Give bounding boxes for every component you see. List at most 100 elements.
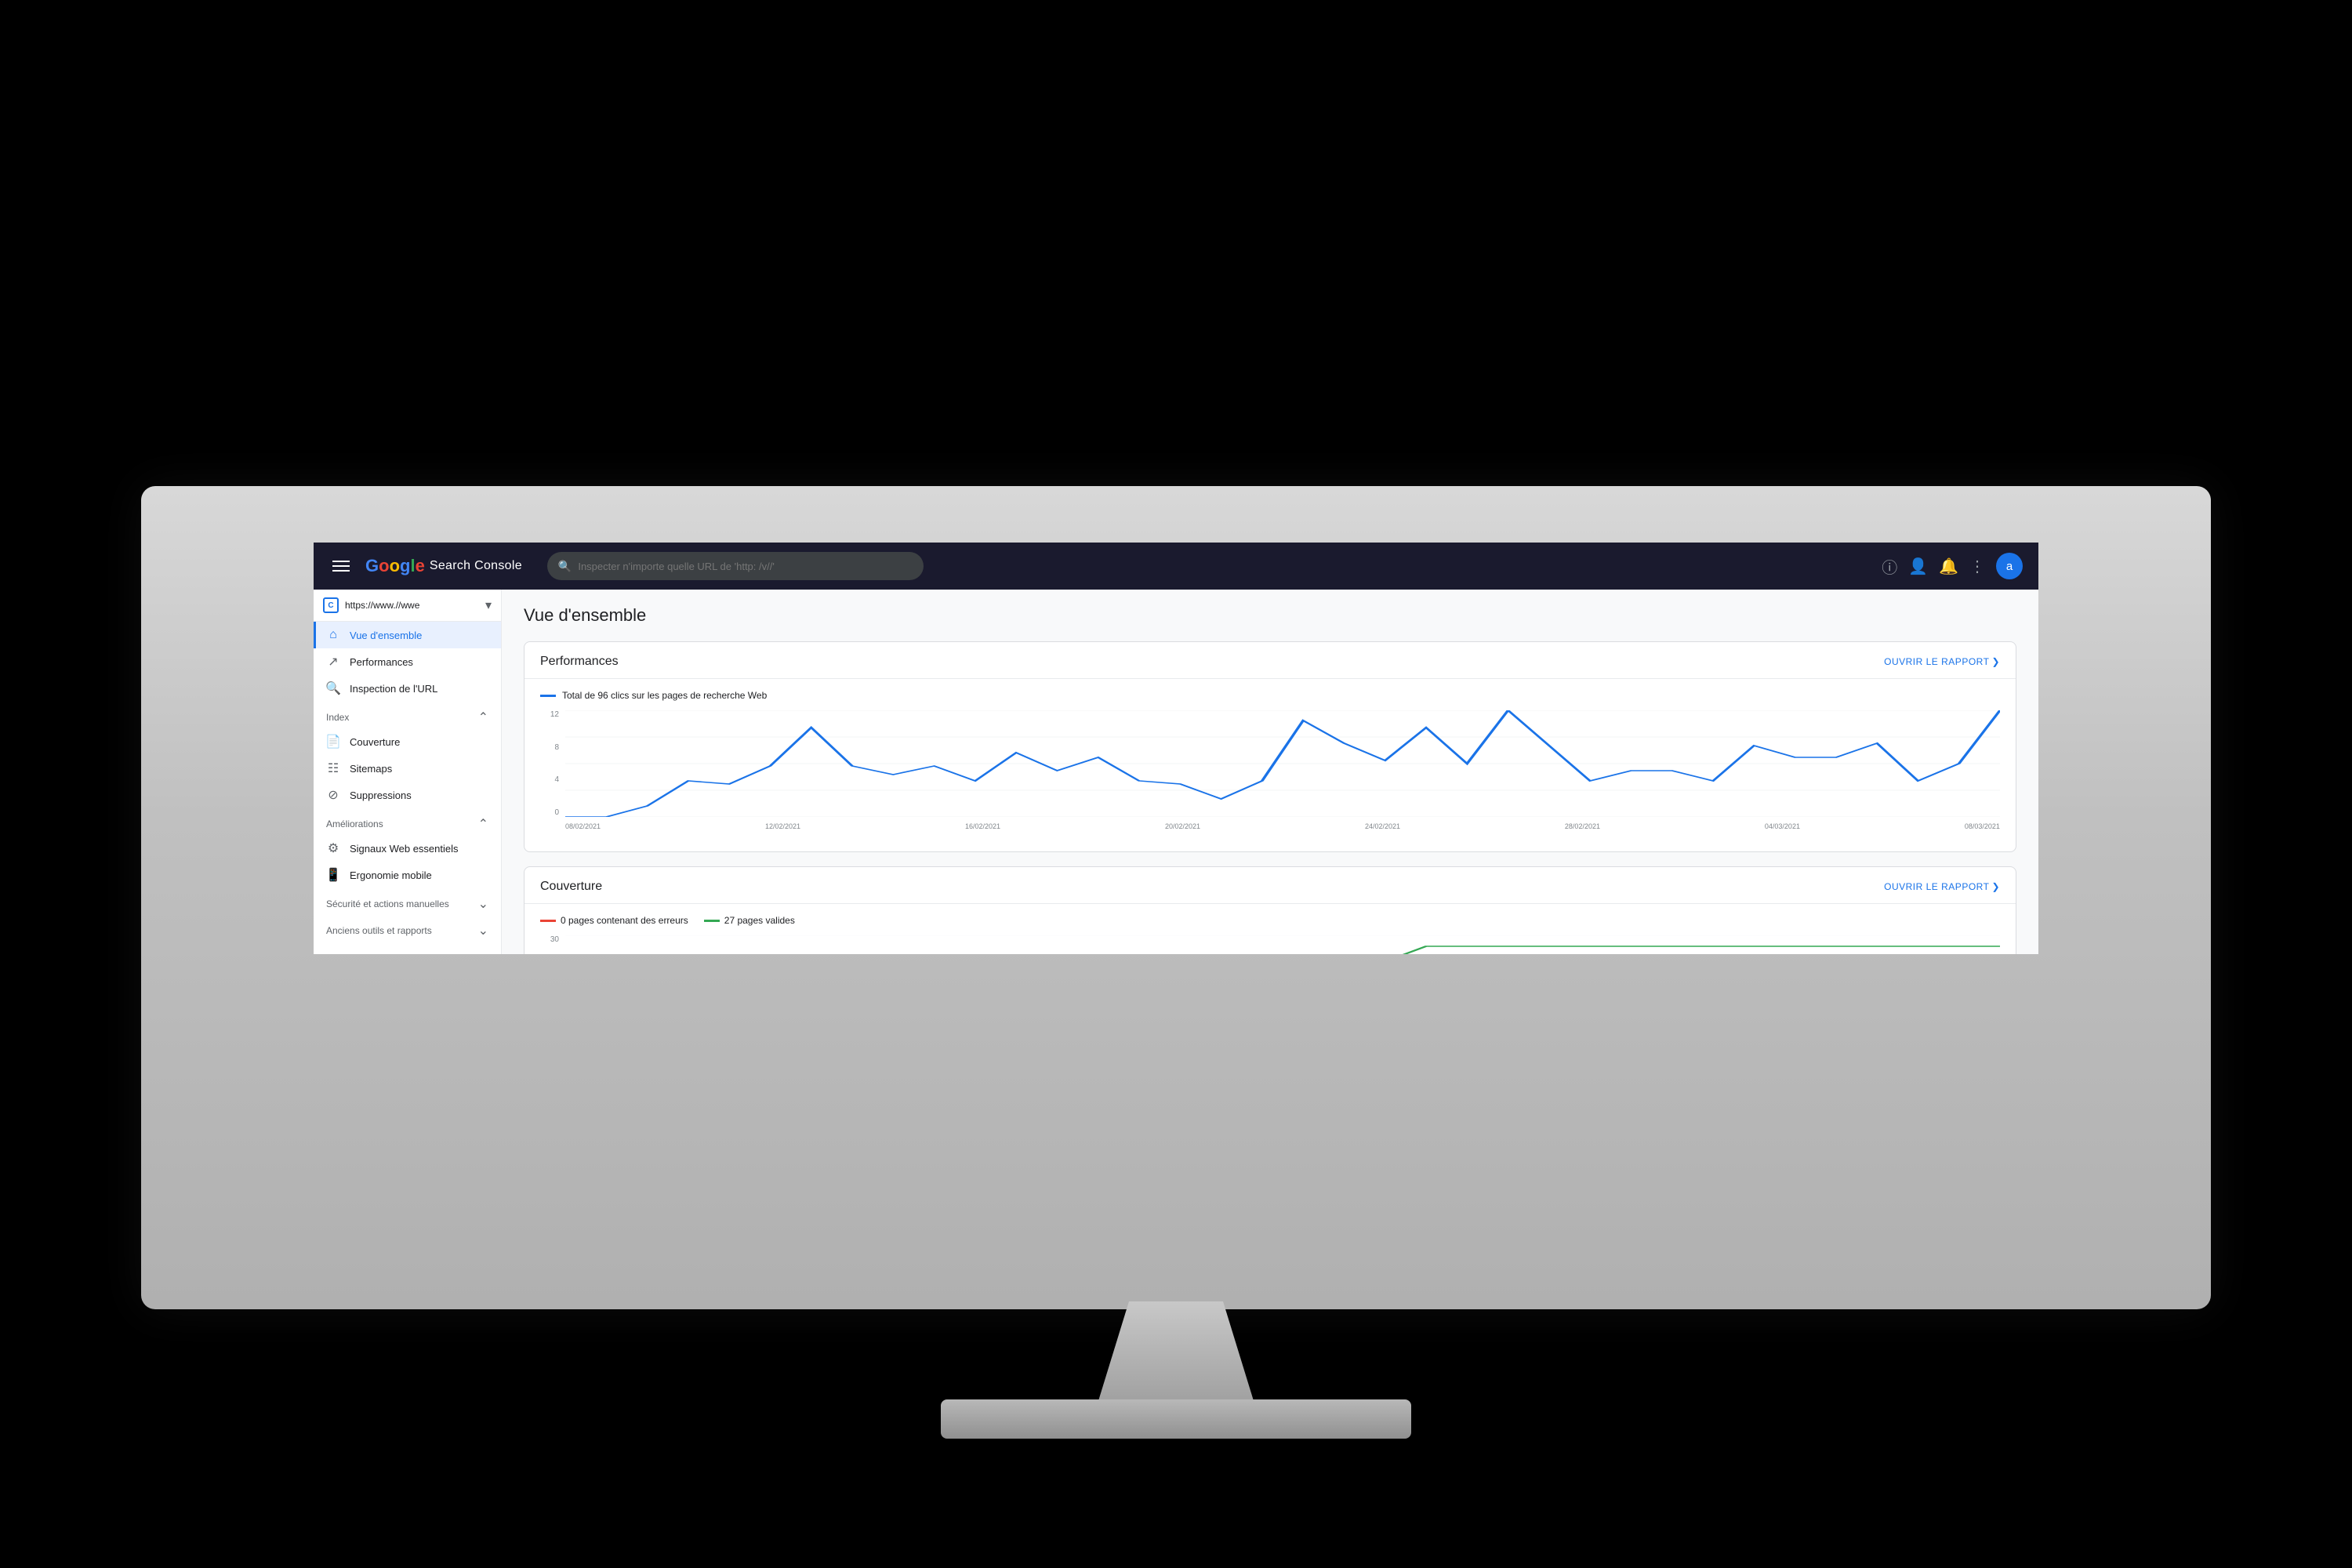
couverture-open-report-link[interactable]: OUVRIR LE RAPPORT ❯: [1884, 881, 2000, 892]
couverture-card-title: Couverture: [540, 880, 602, 894]
topbar: Google Search Console 🔍 ⓘ 👤 🔔 ⋮ a: [314, 543, 2038, 590]
legend-green-dot: [704, 920, 720, 922]
index-collapse-icon[interactable]: ⌃: [478, 710, 488, 725]
sidebar-item-label: Sitemaps: [350, 763, 392, 775]
sidebar-item-label: Signaux Web essentiels: [350, 843, 459, 855]
smartphone-icon: 📱: [326, 868, 340, 882]
securite-collapse-icon[interactable]: ⌄: [478, 896, 488, 912]
sidebar-item-signaux-web[interactable]: ⚙ Signaux Web essentiels: [314, 835, 501, 862]
x-label-6: 04/03/2021: [1765, 822, 1800, 830]
sidebar-item-suppressions[interactable]: ⊘ Suppressions: [314, 782, 501, 808]
property-dropdown-arrow: ▾: [485, 597, 492, 613]
avatar[interactable]: a: [1996, 553, 2023, 579]
x-label-2: 16/02/2021: [965, 822, 1000, 830]
couverture-chart-svg: .coverage-line { stroke: #34a853; stroke…: [565, 935, 2000, 954]
couverture-card: Couverture OUVRIR LE RAPPORT ❯ 0 pages c…: [524, 866, 2016, 954]
property-selector[interactable]: C https://www.//wwe ▾: [314, 590, 501, 622]
sidebar: C https://www.//wwe ▾ ⌂ Vue d'ensemble ↗…: [314, 590, 502, 954]
anciens-outils-collapse-icon[interactable]: ⌄: [478, 923, 488, 938]
help-icon[interactable]: ⓘ: [1882, 555, 1897, 578]
chart-svg-area: .grid-line { stroke: #e8eaed; stroke-wid…: [565, 710, 2000, 817]
sidebar-section-anciens-outils: Anciens outils et rapports ⌄: [314, 915, 501, 942]
couverture-chart: 30 .coverage-line { stroke: #34a853; str…: [540, 935, 2000, 954]
performances-card-header: Performances OUVRIR LE RAPPORT ❯: [524, 642, 2016, 679]
x-label-3: 20/02/2021: [1165, 822, 1200, 830]
performances-chart: 12 8 4 0 .grid-line { stroke: [540, 710, 2000, 836]
couverture-card-body: 0 pages contenant des erreurs 27 pages v…: [524, 904, 2016, 954]
topbar-search[interactable]: 🔍: [547, 552, 924, 580]
performances-open-report-link[interactable]: OUVRIR LE RAPPORT ❯: [1884, 656, 2000, 667]
screen: Google Search Console 🔍 ⓘ 👤 🔔 ⋮ a: [314, 543, 2038, 954]
sidebar-item-sitemaps[interactable]: ☷ Sitemaps: [314, 755, 501, 782]
coverage-legend: 0 pages contenant des erreurs 27 pages v…: [540, 915, 2000, 926]
ameliorations-collapse-icon[interactable]: ⌃: [478, 816, 488, 832]
index-section-title: Index: [326, 712, 349, 723]
sidebar-item-performances[interactable]: ↗ Performances: [314, 648, 501, 675]
accounts-icon[interactable]: 👤: [1908, 557, 1928, 576]
coverage-valid-legend: 27 pages valides: [704, 915, 795, 926]
performances-legend: Total de 96 clics sur les pages de reche…: [540, 690, 2000, 701]
y-label-4: 4: [554, 775, 559, 784]
sidebar-item-label: Suppressions: [350, 789, 412, 801]
menu-icon[interactable]: [329, 557, 353, 575]
sidebar-item-couverture[interactable]: 📄 Couverture: [314, 728, 501, 755]
sidebar-item-label: Vue d'ensemble: [350, 630, 422, 641]
securite-section-title: Sécurité et actions manuelles: [326, 898, 449, 909]
ameliorations-section-title: Améliorations: [326, 818, 383, 829]
performances-chart-svg: .grid-line { stroke: #e8eaed; stroke-wid…: [565, 710, 2000, 817]
performances-card: Performances OUVRIR LE RAPPORT ❯ Total d…: [524, 641, 2016, 852]
coverage-errors-text: 0 pages contenant des erreurs: [561, 915, 688, 926]
search-icon: 🔍: [326, 681, 340, 695]
trending-up-icon: ↗: [326, 655, 340, 669]
sidebar-item-vue-ensemble[interactable]: ⌂ Vue d'ensemble: [314, 622, 501, 648]
x-label-4: 24/02/2021: [1365, 822, 1400, 830]
y-label-30: 30: [550, 935, 559, 944]
performances-card-title: Performances: [540, 655, 619, 669]
sidebar-item-label: Inspection de l'URL: [350, 683, 437, 695]
file-icon: 📄: [326, 735, 340, 749]
legend-blue-dot: [540, 695, 556, 697]
monitor-stand-base: [941, 1399, 1411, 1439]
sidebar-item-label: Ergonomie mobile: [350, 869, 432, 881]
y-label-8: 8: [554, 743, 559, 752]
home-icon: ⌂: [326, 628, 340, 642]
topbar-logo: Google Search Console: [365, 556, 522, 576]
content: Vue d'ensemble Performances OUVRIR LE RA…: [502, 590, 2038, 954]
x-label-7: 08/03/2021: [1965, 822, 2000, 830]
anciens-outils-section-title: Anciens outils et rapports: [326, 925, 432, 936]
main-layout: C https://www.//wwe ▾ ⌂ Vue d'ensemble ↗…: [314, 590, 2038, 954]
sidebar-item-label: Couverture: [350, 736, 400, 748]
search-icon: 🔍: [558, 560, 572, 573]
performances-card-body: Total de 96 clics sur les pages de reche…: [524, 679, 2016, 851]
x-label-5: 28/02/2021: [1565, 822, 1600, 830]
monitor-shell:  Google Search Console 🔍 ⓘ 👤 🔔: [141, 486, 2211, 1309]
performances-legend-text: Total de 96 clics sur les pages de reche…: [562, 690, 767, 701]
sidebar-section-ameliorations: Améliorations ⌃: [314, 808, 501, 835]
remove-circle-icon: ⊘: [326, 788, 340, 802]
coverage-errors-legend: 0 pages contenant des erreurs: [540, 915, 688, 926]
sidebar-section-index: Index ⌃: [314, 702, 501, 728]
sitemap-icon: ☷: [326, 761, 340, 775]
legend-red-dot: [540, 920, 556, 922]
chart-y-axis: 12 8 4 0: [540, 710, 562, 817]
sidebar-item-label: Performances: [350, 656, 413, 668]
bell-icon[interactable]: 🔔: [1939, 557, 1958, 576]
search-input[interactable]: [578, 561, 913, 572]
topbar-actions: ⓘ 👤 🔔 ⋮ a: [1882, 553, 2023, 579]
x-label-1: 12/02/2021: [765, 822, 800, 830]
coverage-valid-text: 27 pages valides: [724, 915, 795, 926]
logo-text: Search Console: [430, 559, 522, 573]
monitor-stand-neck: [1098, 1301, 1254, 1403]
property-icon: C: [323, 597, 339, 613]
y-label-12: 12: [550, 710, 559, 719]
speed-icon: ⚙: [326, 841, 340, 855]
property-url: https://www.//wwe: [345, 600, 479, 611]
chart-x-axis: 08/02/2021 12/02/2021 16/02/2021 20/02/2…: [565, 817, 2000, 836]
couverture-card-header: Couverture OUVRIR LE RAPPORT ❯: [524, 867, 2016, 904]
apps-icon[interactable]: ⋮: [1969, 557, 1985, 576]
y-label-0: 0: [554, 808, 559, 817]
sidebar-item-ergonomie-mobile[interactable]: 📱 Ergonomie mobile: [314, 862, 501, 888]
coverage-y-axis: 30: [540, 935, 562, 954]
sidebar-item-inspection-url[interactable]: 🔍 Inspection de l'URL: [314, 675, 501, 702]
page-title: Vue d'ensemble: [524, 605, 2016, 626]
